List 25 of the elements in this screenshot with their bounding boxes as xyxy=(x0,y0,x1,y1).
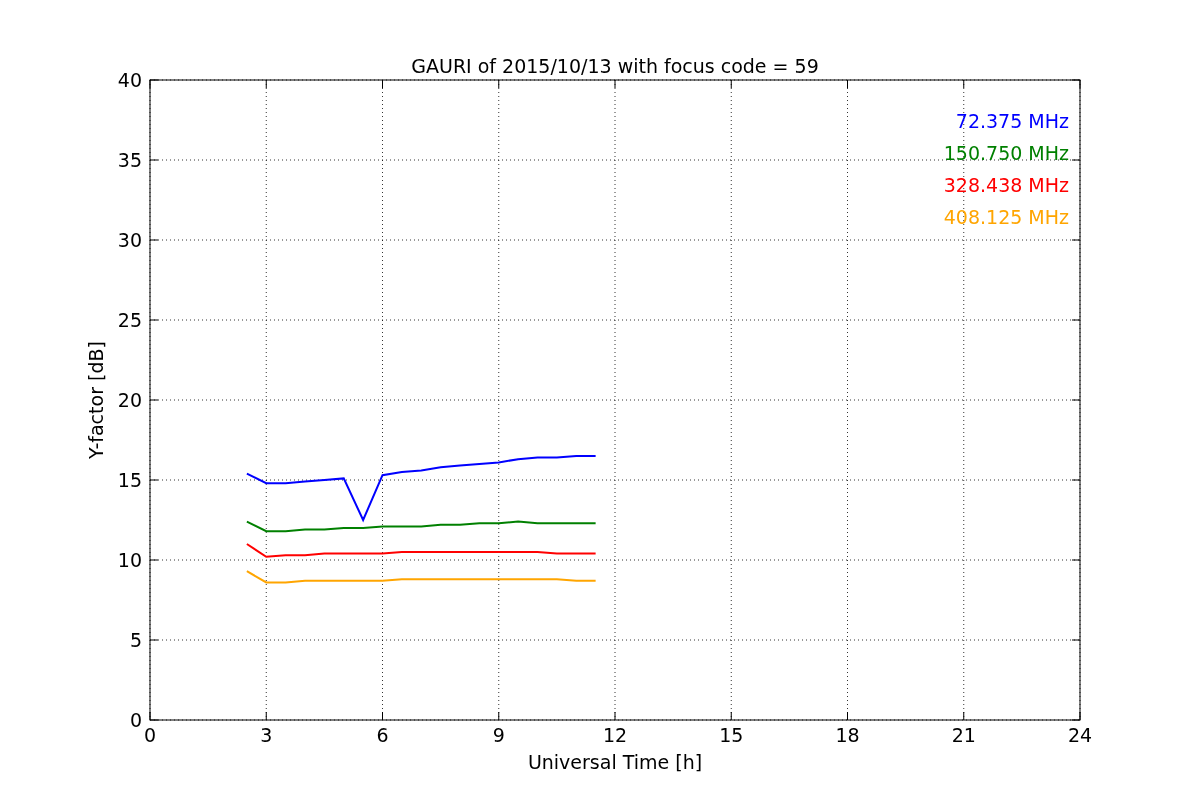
y-tick-label: 40 xyxy=(117,69,142,91)
y-tick-label: 20 xyxy=(117,389,142,411)
x-tick-label: 21 xyxy=(951,724,976,746)
legend-label: 328.438 MHz xyxy=(943,174,1069,196)
y-tick-label: 25 xyxy=(117,309,142,331)
x-tick-label: 12 xyxy=(602,724,628,746)
y-tick-label: 5 xyxy=(129,629,142,651)
x-tick-label: 24 xyxy=(1067,724,1093,746)
x-axis-label: Universal Time [h] xyxy=(527,751,703,773)
y-tick-label: 35 xyxy=(117,149,142,171)
x-tick-label: 6 xyxy=(376,724,389,746)
chart-title: GAURI of 2015/10/13 with focus code = 59 xyxy=(411,55,819,77)
y-tick-label: 10 xyxy=(117,549,142,571)
x-tick-label: 3 xyxy=(260,724,273,746)
x-tick-label: 9 xyxy=(492,724,505,746)
x-tick-label: 0 xyxy=(143,724,157,746)
y-axis-label: Y-factor [dB] xyxy=(85,341,107,459)
x-tick-label: 18 xyxy=(835,724,860,746)
y-tick-label: 30 xyxy=(117,229,142,251)
y-tick-label: 15 xyxy=(117,469,142,491)
legend-label: 408.125 MHz xyxy=(943,206,1069,228)
y-tick-label: 0 xyxy=(129,709,142,731)
legend-label: 150.750 MHz xyxy=(943,142,1069,164)
x-tick-label: 15 xyxy=(719,724,744,746)
legend-label: 72.375 MHz xyxy=(955,110,1069,132)
